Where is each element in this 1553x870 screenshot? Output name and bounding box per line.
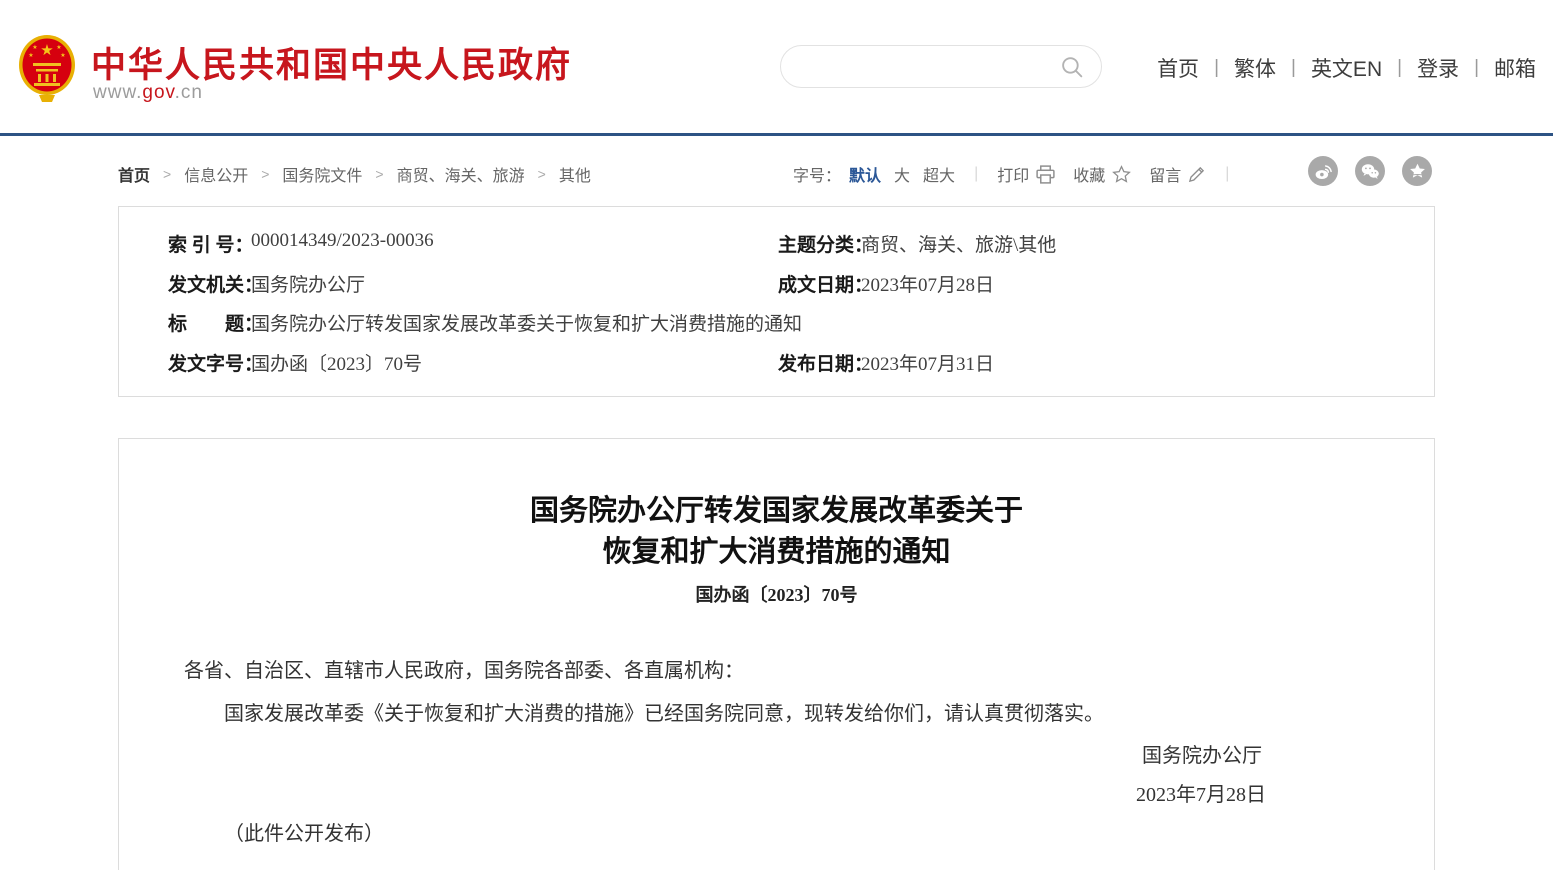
print-button[interactable]: 打印 [997,162,1029,186]
nav-divider: | [1214,57,1219,79]
font-size-large-button[interactable]: 大 [894,162,910,186]
toolbar-divider: | [974,165,978,183]
search-icon[interactable] [1060,55,1085,80]
comment-button[interactable]: 留言 [1149,162,1181,186]
page: ★ ★ ★ ★ ★ 中华人民共和国中央人民政府 www.gov.cn 首页 | [0,0,1553,870]
toolbar-divider: | [1225,165,1229,183]
svg-text:★: ★ [60,52,65,59]
meta-label-topic-category: 主题分类： [778,230,873,257]
document-salutation: 各省、自治区、直辖市人民政府，国务院各部委、各直属机构： [184,654,744,683]
nav-divider: | [1397,57,1402,79]
meta-value-title: 国务院办公厅转发国家发展改革委关于恢复和扩大消费措施的通知 [251,309,802,336]
meta-label-issuing-agency: 发文机关： [168,270,263,297]
svg-text:★: ★ [40,42,53,59]
header-divider [0,133,1553,136]
breadcrumb: 首页 > 信息公开 > 国务院文件 > 商贸、海关、旅游 > 其他 [118,162,591,186]
star-icon[interactable] [1111,164,1132,185]
nav-home[interactable]: 首页 [1157,53,1199,83]
meta-label-publish-date: 发布日期： [778,349,873,376]
meta-label-written-date: 成文日期： [778,270,873,297]
chevron-right-icon: > [538,166,546,182]
document-body-paragraph: 国家发展改革委《关于恢复和扩大消费的措施》已经国务院同意，现转发给你们，请认真贯… [184,697,1374,726]
document-metadata-table: 索 引 号： 000014349/2023-00036 主题分类： 商贸、海关、… [118,206,1435,397]
font-size-default-button[interactable]: 默认 [849,162,881,186]
chevron-right-icon: > [375,166,383,182]
nav-mail[interactable]: 邮箱 [1494,53,1536,83]
site-header: ★ ★ ★ ★ ★ 中华人民共和国中央人民政府 www.gov.cn 首页 | [0,0,1553,133]
font-size-label: 字号： [793,162,841,186]
breadcrumb-home[interactable]: 首页 [118,162,150,186]
search-input[interactable] [801,50,1051,83]
document-public-release-note: （此件公开发布） [184,817,384,846]
svg-text:★: ★ [28,52,33,59]
wechat-share-icon[interactable] [1355,156,1385,186]
document-sign-date: 2023年7月28日 [1136,778,1266,807]
meta-label-title: 标 题： [168,309,263,336]
meta-value-issuing-agency: 国务院办公厅 [251,270,365,297]
favorite-button[interactable]: 收藏 [1073,162,1105,186]
document-number: 国办函〔2023〕70号 [119,581,1434,607]
chevron-right-icon: > [163,166,171,182]
font-size-xlarge-button[interactable]: 超大 [923,162,955,186]
qzone-share-icon[interactable] [1402,156,1432,186]
share-icons [1308,156,1432,186]
search-box [780,45,1102,88]
meta-label-doc-number: 发文字号： [168,349,263,376]
nav-divider: | [1291,57,1296,79]
nav-english[interactable]: 英文EN [1311,53,1382,83]
document-title: 国务院办公厅转发国家发展改革委关于 恢复和扩大消费措施的通知 [119,491,1434,573]
meta-value-topic-category: 商贸、海关、旅游\其他 [861,230,1056,257]
breadcrumb-info-disclosure[interactable]: 信息公开 [184,162,248,186]
meta-value-publish-date: 2023年07月31日 [861,349,994,376]
nav-divider: | [1474,57,1479,79]
document-content: 国务院办公厅转发国家发展改革委关于 恢复和扩大消费措施的通知 国办函〔2023〕… [118,438,1435,870]
meta-label-index-no: 索 引 号： [168,230,254,257]
national-emblem-logo: ★ ★ ★ ★ ★ [17,33,77,103]
chevron-right-icon: > [261,166,269,182]
top-nav: 首页 | 繁体 | 英文EN | 登录 | 邮箱 [1157,53,1536,83]
site-title: 中华人民共和国中央人民政府 [91,37,572,88]
meta-value-doc-number: 国办函〔2023〕70号 [251,349,422,376]
svg-text:★: ★ [56,44,61,51]
weibo-share-icon[interactable] [1308,156,1338,186]
breadcrumb-commerce-customs-tourism[interactable]: 商贸、海关、旅游 [397,162,525,186]
printer-icon[interactable] [1035,164,1056,185]
meta-value-written-date: 2023年07月28日 [861,270,994,297]
page-toolbar: 字号： 默认 大 超大 | 打印 收藏 留言 | [793,162,1248,186]
svg-text:★: ★ [32,44,37,51]
breadcrumb-state-council-docs[interactable]: 国务院文件 [282,162,362,186]
document-signer: 国务院办公厅 [1142,739,1262,768]
nav-login[interactable]: 登录 [1417,53,1459,83]
nav-traditional[interactable]: 繁体 [1234,53,1276,83]
pencil-icon[interactable] [1187,165,1206,184]
site-url: www.gov.cn [93,82,203,104]
breadcrumb-other[interactable]: 其他 [559,162,591,186]
meta-value-index-no: 000014349/2023-00036 [251,230,434,252]
